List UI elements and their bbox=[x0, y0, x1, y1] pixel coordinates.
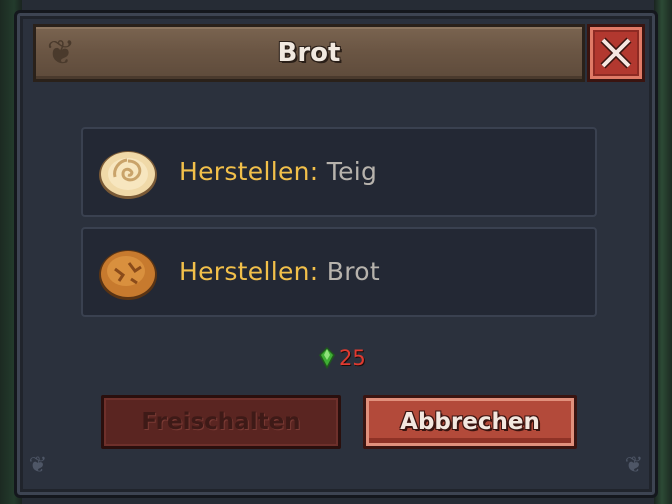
green-gem-icon bbox=[319, 347, 335, 369]
recipe-action-text: Herstellen: bbox=[179, 157, 319, 186]
recipe-label: Herstellen: Teig bbox=[179, 129, 377, 215]
cost-amount: 25 bbox=[339, 346, 366, 370]
recipe-action-text: Herstellen: bbox=[179, 257, 319, 286]
recipe-item-name: Teig bbox=[326, 157, 378, 186]
dialog-title-bar: ❦ Brot bbox=[33, 24, 585, 82]
recipe-dialog: ❦ Brot ❦ ❦ Herstellen: Teig Herstellen: … bbox=[14, 10, 658, 498]
recipe-label: Herstellen: Brot bbox=[179, 229, 380, 315]
unlock-button[interactable]: Freischalten bbox=[101, 395, 341, 449]
bread-icon bbox=[99, 250, 157, 300]
corner-ornament-icon: ❦ bbox=[624, 453, 644, 478]
dialog-title: Brot bbox=[277, 38, 341, 68]
recipe-row-dough[interactable]: Herstellen: Teig bbox=[81, 127, 597, 217]
unlock-cost: 25 bbox=[317, 343, 366, 373]
close-button[interactable] bbox=[587, 24, 645, 82]
dough-icon bbox=[99, 151, 157, 199]
recipe-row-bread[interactable]: Herstellen: Brot bbox=[81, 227, 597, 317]
close-icon bbox=[600, 37, 632, 69]
recipe-item-name: Brot bbox=[326, 257, 380, 286]
game-scene: ❦ Brot ❦ ❦ Herstellen: Teig Herstellen: … bbox=[0, 0, 672, 504]
cancel-button[interactable]: Abbrechen bbox=[363, 395, 577, 449]
corner-ornament-icon: ❦ bbox=[28, 453, 48, 478]
